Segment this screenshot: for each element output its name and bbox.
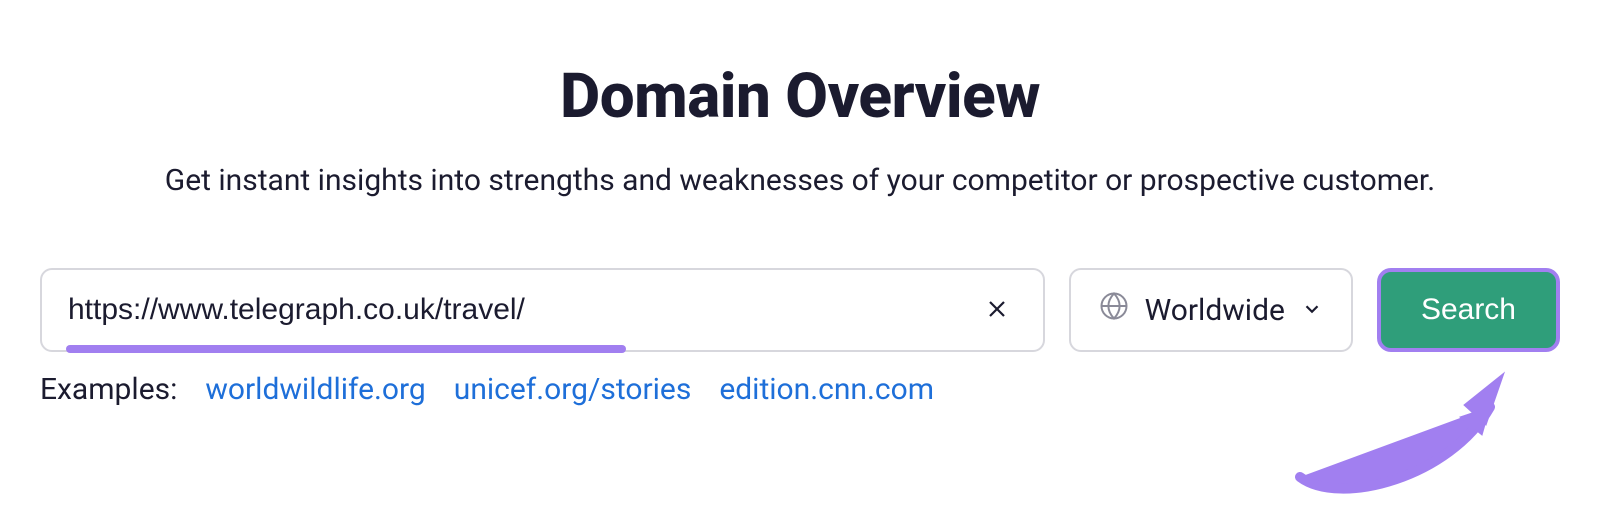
example-link-2[interactable]: edition.cnn.com: [719, 372, 934, 407]
search-row: Worldwide Search: [40, 268, 1560, 352]
clear-input-button[interactable]: [977, 289, 1017, 332]
page-subtitle: Get instant insights into strengths and …: [40, 163, 1560, 198]
domain-input-wrapper: [40, 268, 1045, 352]
page-title: Domain Overview: [40, 60, 1560, 133]
domain-overview-panel: Domain Overview Get instant insights int…: [40, 60, 1560, 407]
locale-label: Worldwide: [1145, 293, 1285, 328]
examples-label: Examples:: [40, 372, 177, 407]
close-icon: [985, 297, 1009, 324]
annotation-underline: [66, 345, 626, 353]
globe-icon: [1099, 291, 1129, 329]
search-button[interactable]: Search: [1377, 268, 1560, 352]
chevron-down-icon: [1301, 293, 1323, 328]
examples-row: Examples: worldwildlife.org unicef.org/s…: [40, 372, 1560, 407]
example-link-0[interactable]: worldwildlife.org: [205, 372, 425, 407]
example-link-1[interactable]: unicef.org/stories: [454, 372, 692, 407]
locale-select[interactable]: Worldwide: [1069, 268, 1353, 352]
domain-input[interactable]: [68, 293, 977, 327]
